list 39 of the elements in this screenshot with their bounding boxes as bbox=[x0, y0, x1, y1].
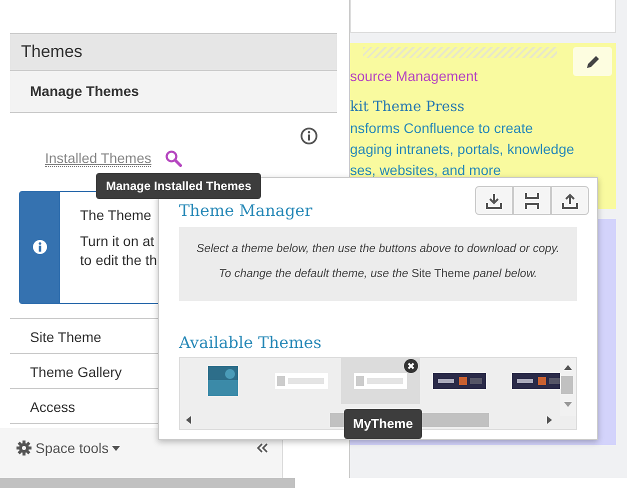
drag-handle[interactable] bbox=[363, 47, 557, 58]
scrollbar[interactable] bbox=[0, 478, 295, 488]
upload-button[interactable] bbox=[551, 186, 589, 215]
card-heading: kit Theme Press bbox=[350, 98, 466, 117]
card-text: ses, websites, and more bbox=[350, 161, 502, 180]
info-text: The Theme bbox=[80, 206, 152, 224]
copy-icon bbox=[523, 192, 541, 210]
section-heading: Manage Themes bbox=[10, 70, 337, 112]
card-text: gaging intranets, portals, knowledge bbox=[350, 140, 576, 159]
download-button[interactable] bbox=[475, 186, 513, 215]
theme-tile[interactable] bbox=[341, 358, 420, 404]
scroll-right-icon[interactable] bbox=[547, 416, 552, 424]
space-tools-button[interactable]: Space tools bbox=[16, 438, 120, 458]
copy-button[interactable] bbox=[513, 186, 551, 215]
panel-title: Themes bbox=[10, 33, 337, 70]
scroll-left-icon[interactable] bbox=[186, 416, 191, 424]
installed-themes-link[interactable]: Installed Themes bbox=[45, 150, 152, 168]
tooltip: Manage Installed Themes bbox=[96, 173, 262, 199]
info-icon bbox=[32, 239, 48, 255]
scrollbar-thumb[interactable] bbox=[561, 376, 573, 394]
collapse-icon[interactable] bbox=[256, 443, 268, 453]
dialog-title: Theme Manager bbox=[179, 200, 312, 222]
edit-button[interactable] bbox=[573, 47, 612, 76]
info-icon[interactable] bbox=[300, 126, 318, 144]
info-text: Turn it on at to edit the th bbox=[80, 232, 158, 270]
pencil-icon bbox=[586, 54, 600, 68]
scroll-up-icon[interactable] bbox=[564, 365, 572, 370]
card-text: nsforms Confluence to create bbox=[350, 119, 534, 138]
link[interactable]: source Management bbox=[350, 66, 616, 87]
upload-icon bbox=[561, 192, 579, 210]
close-icon[interactable] bbox=[404, 359, 418, 373]
help-text: Select a theme below, then use the buttons above to download or copy. bbox=[196, 242, 560, 257]
caret-icon bbox=[112, 446, 120, 450]
tooltip: MyTheme bbox=[344, 409, 422, 438]
section-title: Available Themes bbox=[179, 332, 322, 354]
download-icon bbox=[485, 192, 503, 210]
help-text: To change the default theme, use the Site Theme panel below. bbox=[218, 267, 538, 282]
search-icon[interactable] bbox=[165, 150, 182, 167]
gear-icon bbox=[16, 440, 32, 456]
